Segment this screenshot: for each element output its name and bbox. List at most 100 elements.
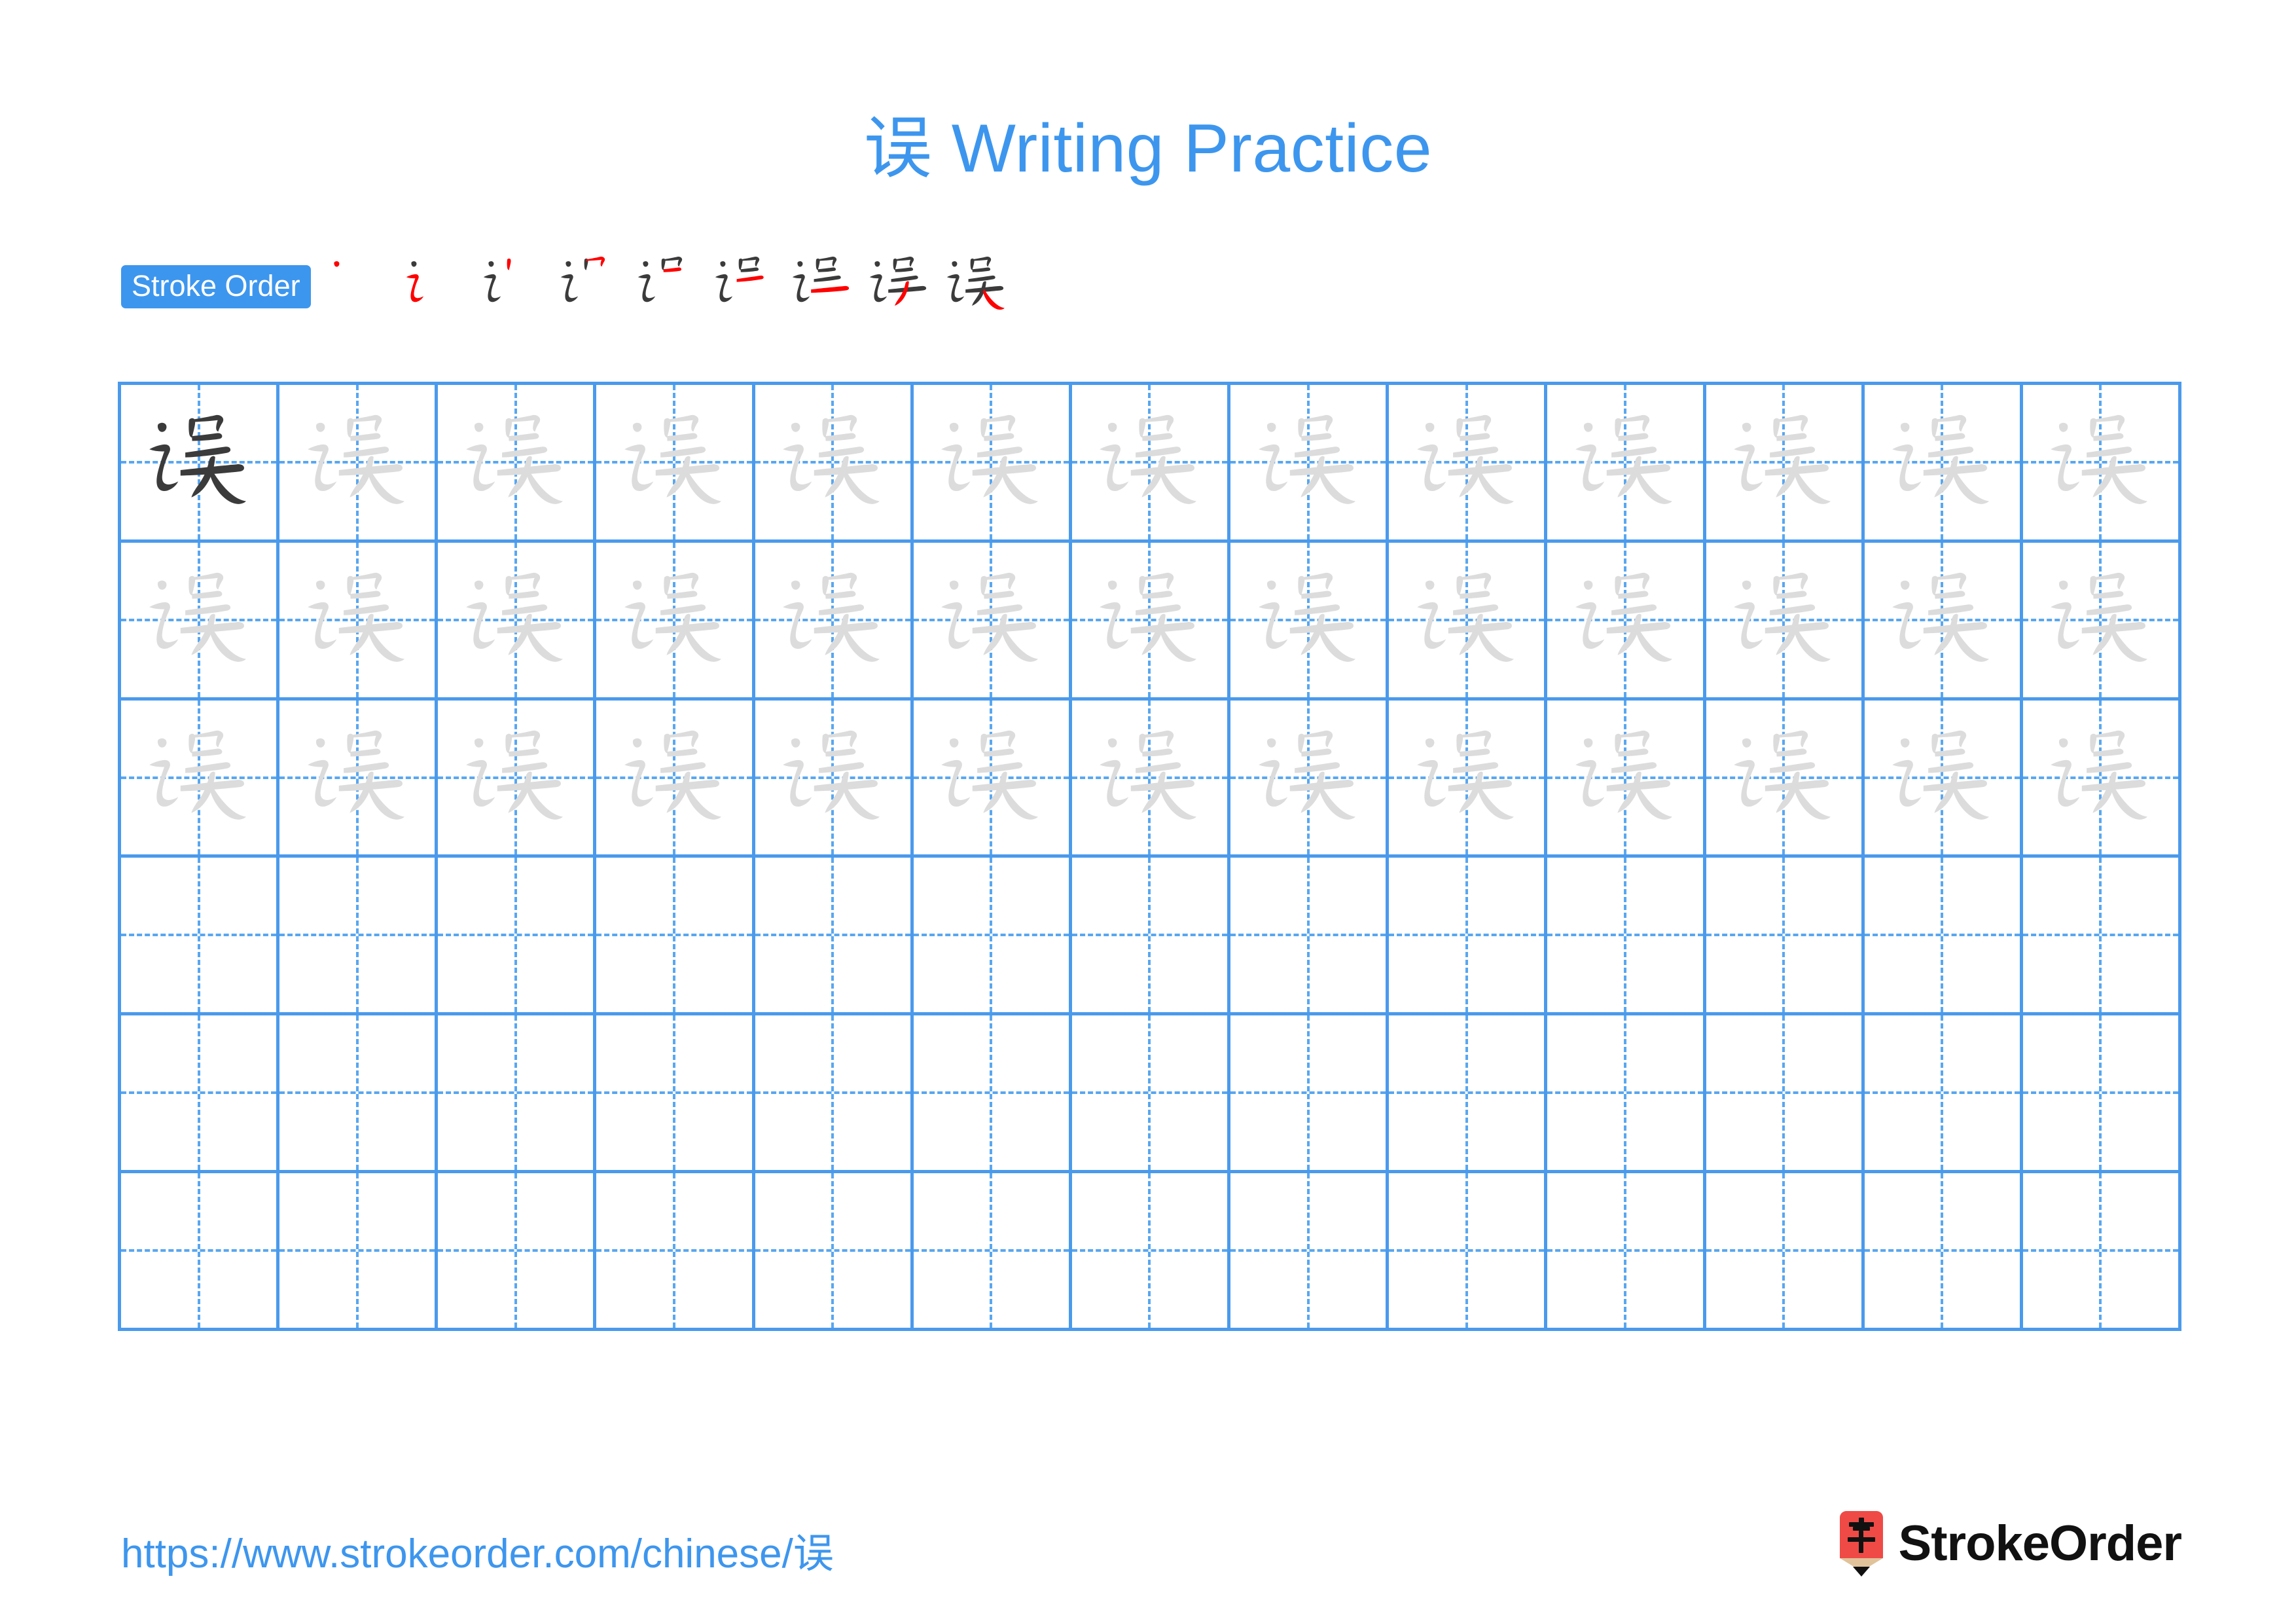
grid-cell[interactable]	[1071, 858, 1231, 1016]
grid-cell[interactable]	[1071, 1173, 1231, 1331]
grid-cell[interactable]	[1389, 858, 1548, 1016]
grid-cell[interactable]	[1071, 542, 1231, 701]
grid-cell[interactable]	[1389, 1015, 1548, 1174]
grid-cell[interactable]	[1706, 700, 1865, 858]
grid-cell[interactable]	[1547, 1015, 1706, 1174]
grid-cell[interactable]	[2022, 858, 2181, 1016]
grid-cell[interactable]	[913, 858, 1072, 1016]
trace-character	[914, 701, 1069, 855]
grid-cell[interactable]	[755, 700, 914, 858]
source-url-link[interactable]: https://www.strokeorder.com/chinese/误	[121, 1520, 834, 1579]
grid-cell[interactable]	[1547, 385, 1706, 543]
grid-cell[interactable]	[438, 385, 597, 543]
stroke-step-9	[938, 246, 1015, 327]
grid-cell[interactable]	[1389, 542, 1548, 701]
grid-cell[interactable]	[755, 542, 914, 701]
grid-cell[interactable]	[755, 858, 914, 1016]
grid-cell[interactable]	[279, 700, 439, 858]
grid-cell[interactable]	[913, 1015, 1072, 1174]
grid-cell[interactable]	[1230, 385, 1390, 543]
grid-cell[interactable]	[1071, 1015, 1231, 1174]
trace-character	[1072, 543, 1227, 697]
grid-cell[interactable]	[438, 1015, 597, 1174]
brand-name: StrokeOrder	[1898, 1516, 2182, 1571]
grid-cell[interactable]	[596, 700, 755, 858]
grid-cell[interactable]	[1547, 700, 1706, 858]
practice-grid	[118, 382, 2181, 1331]
grid-cell[interactable]	[1864, 542, 2023, 701]
grid-cell[interactable]	[596, 1015, 755, 1174]
grid-cell[interactable]	[2022, 1015, 2181, 1174]
trace-character	[914, 543, 1069, 697]
grid-cell[interactable]	[1547, 542, 1706, 701]
grid-cell[interactable]	[913, 385, 1072, 543]
grid-cell[interactable]	[1230, 1015, 1390, 1174]
grid-cell[interactable]	[1230, 542, 1390, 701]
grid-cell[interactable]	[121, 1173, 280, 1331]
grid-cell[interactable]	[1389, 700, 1548, 858]
grid-cell[interactable]	[121, 700, 280, 858]
grid-cell[interactable]	[1547, 858, 1706, 1016]
grid-cell[interactable]	[913, 700, 1072, 858]
grid-cell[interactable]	[279, 1173, 439, 1331]
trace-character	[1547, 543, 1702, 697]
grid-cell[interactable]	[1230, 858, 1390, 1016]
grid-cell[interactable]	[1706, 1015, 1865, 1174]
grid-cell[interactable]	[1547, 1173, 1706, 1331]
grid-cell[interactable]	[1706, 858, 1865, 1016]
trace-character	[2023, 543, 2178, 697]
trace-character	[1865, 385, 2020, 539]
grid-cell[interactable]	[2022, 1173, 2181, 1331]
grid-cell[interactable]	[1706, 1173, 1865, 1331]
stroke-step-8	[861, 246, 938, 327]
grid-cell[interactable]	[913, 1173, 1072, 1331]
grid-cell[interactable]	[755, 1173, 914, 1331]
trace-character	[1547, 385, 1702, 539]
grid-cell[interactable]	[121, 858, 280, 1016]
grid-cell[interactable]	[279, 858, 439, 1016]
grid-cell[interactable]	[279, 385, 439, 543]
grid-cell[interactable]	[1864, 385, 2023, 543]
grid-cell[interactable]	[279, 542, 439, 701]
trace-character	[1230, 543, 1386, 697]
trace-character	[1389, 543, 1544, 697]
trace-character	[914, 385, 1069, 539]
grid-cell[interactable]	[438, 542, 597, 701]
grid-cell[interactable]	[279, 1015, 439, 1174]
trace-character	[1389, 385, 1544, 539]
grid-cell[interactable]	[1071, 700, 1231, 858]
trace-character	[1706, 385, 1861, 539]
grid-cell[interactable]	[1706, 385, 1865, 543]
grid-cell[interactable]	[2022, 700, 2181, 858]
grid-cell[interactable]	[438, 858, 597, 1016]
grid-cell[interactable]	[1230, 700, 1390, 858]
stroke-step-2	[397, 246, 475, 327]
grid-cell[interactable]	[1389, 385, 1548, 543]
grid-cell[interactable]	[438, 1173, 597, 1331]
grid-cell[interactable]	[2022, 385, 2181, 543]
grid-cell[interactable]	[1864, 1015, 2023, 1174]
grid-cell[interactable]	[755, 385, 914, 543]
grid-cell[interactable]	[596, 542, 755, 701]
grid-cell[interactable]	[1706, 542, 1865, 701]
grid-cell[interactable]	[913, 542, 1072, 701]
grid-cell[interactable]	[596, 385, 755, 543]
grid-cell[interactable]	[1864, 700, 2023, 858]
grid-cell[interactable]	[2022, 542, 2181, 701]
grid-cell[interactable]	[1864, 1173, 2023, 1331]
brand-logo: StrokeOrder	[1836, 1506, 2182, 1582]
grid-cell[interactable]	[596, 1173, 755, 1331]
grid-cell[interactable]	[1864, 858, 2023, 1016]
trace-character	[279, 385, 435, 539]
grid-cell[interactable]	[121, 385, 280, 543]
stroke-step-3	[475, 246, 552, 327]
grid-cell[interactable]	[1389, 1173, 1548, 1331]
grid-cell[interactable]	[438, 700, 597, 858]
grid-cell[interactable]	[1230, 1173, 1390, 1331]
grid-cell[interactable]	[1071, 385, 1231, 543]
grid-cell[interactable]	[121, 1015, 280, 1174]
trace-character	[121, 543, 276, 697]
grid-cell[interactable]	[596, 858, 755, 1016]
grid-cell[interactable]	[755, 1015, 914, 1174]
grid-cell[interactable]	[121, 542, 280, 701]
